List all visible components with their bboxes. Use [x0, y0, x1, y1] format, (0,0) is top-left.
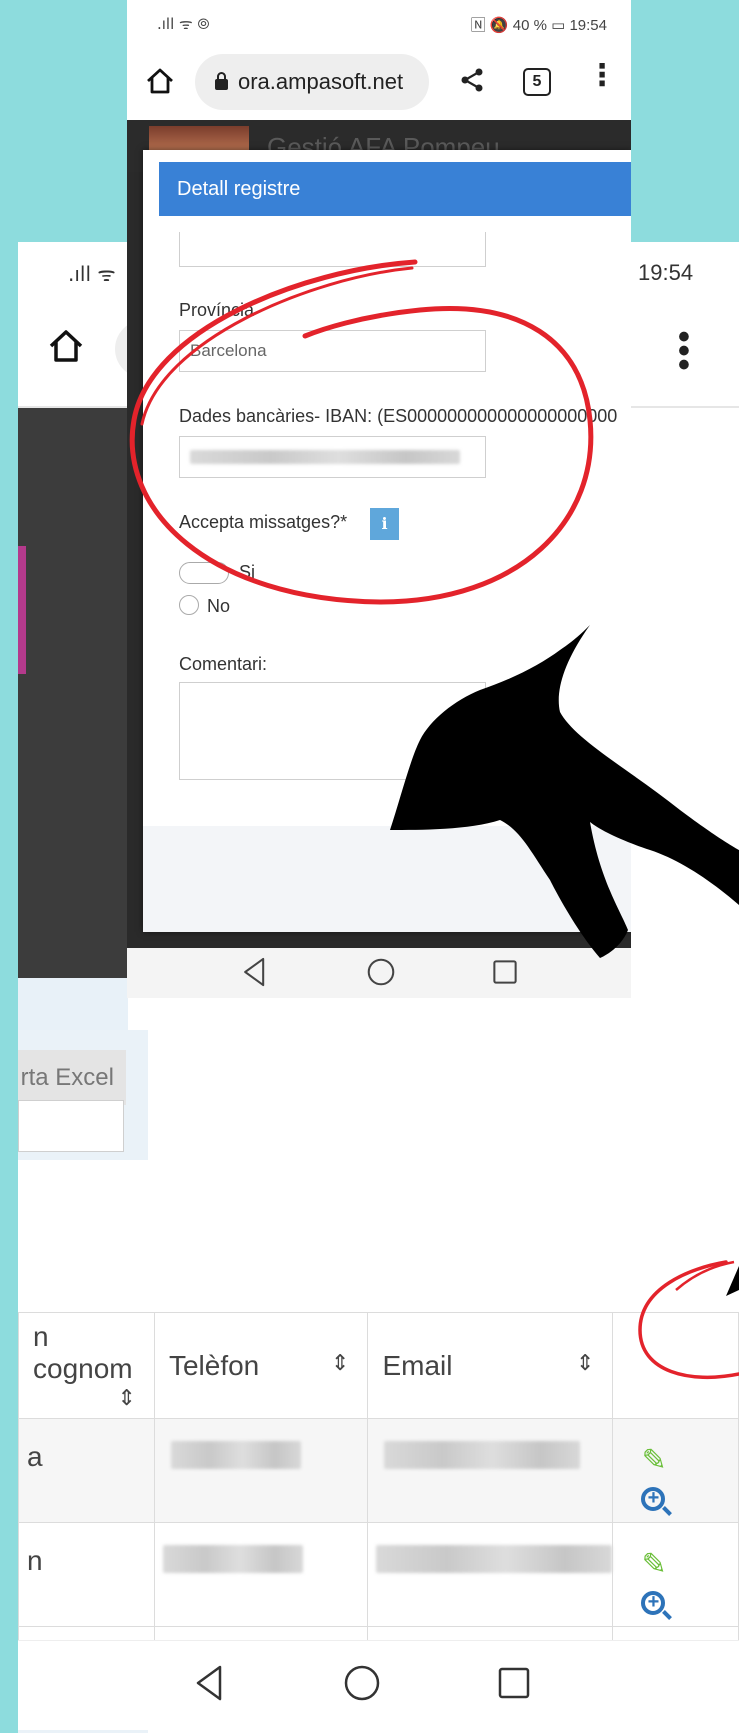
accept-messages-toggle[interactable] [179, 562, 229, 584]
province-input[interactable]: Barcelona [179, 330, 486, 372]
column-header-name[interactable]: n cognom ⇕ [18, 1312, 155, 1419]
status-right: 🄽 🔕 40 % ▭ 19:54 [470, 17, 607, 34]
back-icon[interactable] [188, 1661, 232, 1705]
messages-label: Accepta missatges?* [179, 512, 348, 532]
cell-email [367, 1418, 614, 1523]
status-bar: .ıll ᯤ ⦾ 🄽 🔕 40 % ▭ 19:54 [127, 0, 631, 48]
status-time: 19:54 [638, 260, 694, 285]
table-row: a ✎ + [18, 1418, 739, 1523]
cell-name: a [18, 1418, 155, 1523]
front-screenshot: .ıll ᯤ ⦾ 🄽 🔕 40 % ▭ 19:54 ora.ampasoft.n… [127, 0, 631, 998]
home-icon[interactable] [145, 66, 175, 96]
signal-icon: .ıll ᯤ [68, 262, 116, 286]
lock-icon [215, 72, 228, 90]
recents-icon[interactable] [492, 1661, 536, 1705]
home-circle-icon[interactable] [340, 1661, 384, 1705]
export-excel-button[interactable]: rta Excel [18, 1050, 126, 1105]
url-text: ora.ampasoft.net [238, 69, 404, 94]
tabs-icon[interactable]: 5 [523, 68, 551, 96]
record-detail-modal: Detall registre Província Barcelona Dade… [143, 150, 631, 932]
menu-icon[interactable]: ⋮ [587, 58, 617, 93]
redacted-email [384, 1441, 581, 1469]
home-icon[interactable] [46, 326, 86, 366]
option-yes-label: Si [239, 562, 256, 582]
sort-icon: ⇕ [117, 1384, 136, 1410]
column-header-phone[interactable]: Telèfon ⇕ [153, 1312, 369, 1419]
cell-name: n [18, 1522, 155, 1627]
redacted-email [376, 1545, 613, 1573]
cell-actions: ✎ + [612, 1418, 739, 1523]
cell-phone [153, 1418, 369, 1523]
redacted-phone [170, 1441, 301, 1469]
modal-footer [143, 826, 631, 932]
previous-field-input[interactable] [179, 232, 486, 267]
province-label: Província [179, 300, 255, 320]
modal-title: Detall registre [159, 162, 631, 216]
comment-textarea[interactable] [179, 682, 486, 780]
redacted-iban [190, 450, 460, 464]
option-no-label: No [207, 596, 231, 616]
recents-icon[interactable] [487, 954, 523, 990]
browser-toolbar: ora.ampasoft.net 5 ⋮ [127, 48, 631, 120]
sort-icon: ⇕ [331, 1349, 350, 1375]
menu-icon[interactable]: • • • [678, 320, 690, 382]
table-header-row: n cognom ⇕ Telèfon ⇕ Email ⇕ [18, 1312, 739, 1419]
iban-label: Dades bancàries- IBAN: (ES00000000000000… [179, 406, 618, 426]
comment-label: Comentari: [179, 654, 268, 674]
accent-bar [18, 546, 26, 674]
sort-icon: ⇕ [576, 1349, 595, 1375]
option-no-radio[interactable] [179, 595, 199, 615]
column-header-actions [612, 1312, 739, 1419]
edit-pencil-icon[interactable]: ✎ [641, 1443, 666, 1478]
zoom-in-icon[interactable]: + [641, 1487, 666, 1511]
home-circle-icon[interactable] [363, 954, 399, 990]
android-nav-bar [18, 1640, 739, 1730]
zoom-in-icon[interactable]: + [641, 1591, 666, 1615]
info-icon[interactable]: i [370, 508, 399, 540]
back-icon[interactable] [237, 954, 273, 990]
signal-icon: .ıll ᯤ ⦾ [157, 15, 210, 33]
search-input[interactable] [18, 1100, 124, 1152]
cell-phone [153, 1522, 369, 1627]
cell-actions: ✎ + [612, 1522, 739, 1627]
app-header-band [18, 408, 128, 978]
iban-input[interactable] [179, 436, 486, 478]
cell-email [367, 1522, 614, 1627]
share-icon[interactable] [459, 66, 487, 94]
android-nav-bar [127, 948, 631, 998]
table-row: n ✎ + [18, 1522, 739, 1627]
redacted-phone [162, 1545, 303, 1573]
column-header-email[interactable]: Email ⇕ [367, 1312, 614, 1419]
address-bar[interactable]: ora.ampasoft.net [195, 54, 429, 110]
edit-pencil-icon[interactable]: ✎ [641, 1547, 666, 1582]
